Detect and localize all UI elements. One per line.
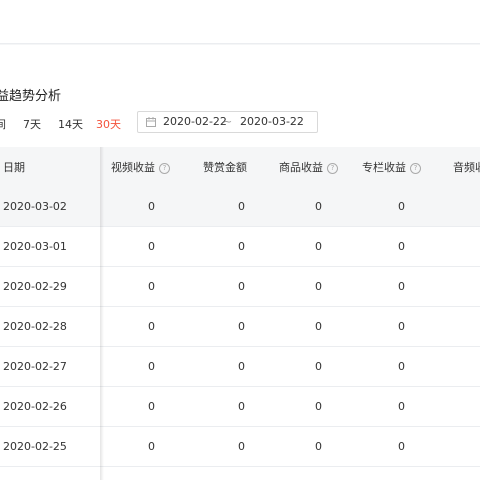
cell-date: 2020-03-01 — [3, 240, 67, 253]
cell-goods: 0 — [315, 280, 322, 293]
cell-tips: 0 — [238, 400, 245, 413]
date-range-separator: ~ — [223, 115, 233, 128]
cell-goods: 0 — [315, 440, 322, 453]
cell-column: 0 — [398, 240, 405, 253]
date-range-picker[interactable]: 2020-02-22 ~ 2020-03-22 — [137, 111, 318, 133]
table-row: 2020-03-02 0 0 0 0 — [0, 187, 480, 227]
help-icon[interactable]: ? — [327, 163, 338, 174]
cell-column: 0 — [398, 320, 405, 333]
cell-column: 0 — [398, 360, 405, 373]
header-date: 日期 — [3, 161, 25, 174]
cell-column: 0 — [398, 200, 405, 213]
cell-video: 0 — [148, 400, 155, 413]
calendar-icon — [146, 117, 156, 127]
cell-tips: 0 — [238, 320, 245, 333]
tab-custom-time[interactable]: 间 — [0, 116, 6, 132]
cell-date: 2020-03-02 — [3, 200, 67, 213]
table-row: 2020-02-26 0 0 0 0 — [0, 387, 480, 427]
cell-tips: 0 — [238, 360, 245, 373]
top-card — [0, 0, 480, 44]
cell-date: 2020-02-27 — [3, 360, 67, 373]
header-goods-revenue-label: 商品收益 — [279, 161, 323, 174]
cell-date: 2020-02-26 — [3, 400, 67, 413]
table-row: 2020-02-25 0 0 0 0 — [0, 427, 480, 467]
table-row: 2020-02-28 0 0 0 0 — [0, 307, 480, 347]
header-goods-revenue: 商品收益? — [279, 159, 338, 175]
cell-goods: 0 — [315, 360, 322, 373]
cell-video: 0 — [148, 280, 155, 293]
header-tips-amount: 赞赏金额 — [203, 161, 247, 174]
revenue-table: 日期 视频收益? 赞赏金额 商品收益? 专栏收益? 音频收 2020-03-02… — [0, 147, 480, 480]
cell-video: 0 — [148, 240, 155, 253]
tab-14-days[interactable]: 14天 — [58, 116, 83, 132]
end-date-field[interactable]: 2020-03-22 — [240, 115, 304, 128]
cell-goods: 0 — [315, 240, 322, 253]
tab-30-days[interactable]: 30天 — [96, 116, 121, 132]
help-icon[interactable]: ? — [410, 163, 421, 174]
revenue-trend-panel: 益趋势分析 间 7天 14天 30天 2020-02-22 ~ 2020-03-… — [0, 45, 480, 480]
cell-column: 0 — [398, 440, 405, 453]
cell-column: 0 — [398, 400, 405, 413]
table-row: 2020-02-27 0 0 0 0 — [0, 347, 480, 387]
cell-video: 0 — [148, 440, 155, 453]
cell-video: 0 — [148, 320, 155, 333]
header-video-revenue-label: 视频收益 — [111, 161, 155, 174]
start-date-field[interactable]: 2020-02-22 — [163, 115, 227, 128]
header-column-revenue: 专栏收益? — [362, 159, 421, 175]
cell-video: 0 — [148, 360, 155, 373]
cell-tips: 0 — [238, 200, 245, 213]
table-row: 2020-03-01 0 0 0 0 — [0, 227, 480, 267]
header-audio-revenue: 音频收 — [453, 161, 480, 174]
cell-goods: 0 — [315, 320, 322, 333]
help-icon[interactable]: ? — [159, 163, 170, 174]
header-video-revenue: 视频收益? — [111, 159, 170, 175]
cell-goods: 0 — [315, 200, 322, 213]
fixed-column-shadow — [100, 147, 104, 480]
header-column-revenue-label: 专栏收益 — [362, 161, 406, 174]
section-title: 益趋势分析 — [0, 89, 62, 104]
cell-tips: 0 — [238, 440, 245, 453]
cell-date: 2020-02-29 — [3, 280, 67, 293]
cell-video: 0 — [148, 200, 155, 213]
table-header: 日期 视频收益? 赞赏金额 商品收益? 专栏收益? 音频收 — [0, 147, 480, 187]
cell-goods: 0 — [315, 400, 322, 413]
tab-7-days[interactable]: 7天 — [23, 116, 41, 132]
cell-column: 0 — [398, 280, 405, 293]
cell-date: 2020-02-25 — [3, 440, 67, 453]
table-row: 2020-02-29 0 0 0 0 — [0, 267, 480, 307]
cell-tips: 0 — [238, 280, 245, 293]
cell-tips: 0 — [238, 240, 245, 253]
cell-date: 2020-02-28 — [3, 320, 67, 333]
